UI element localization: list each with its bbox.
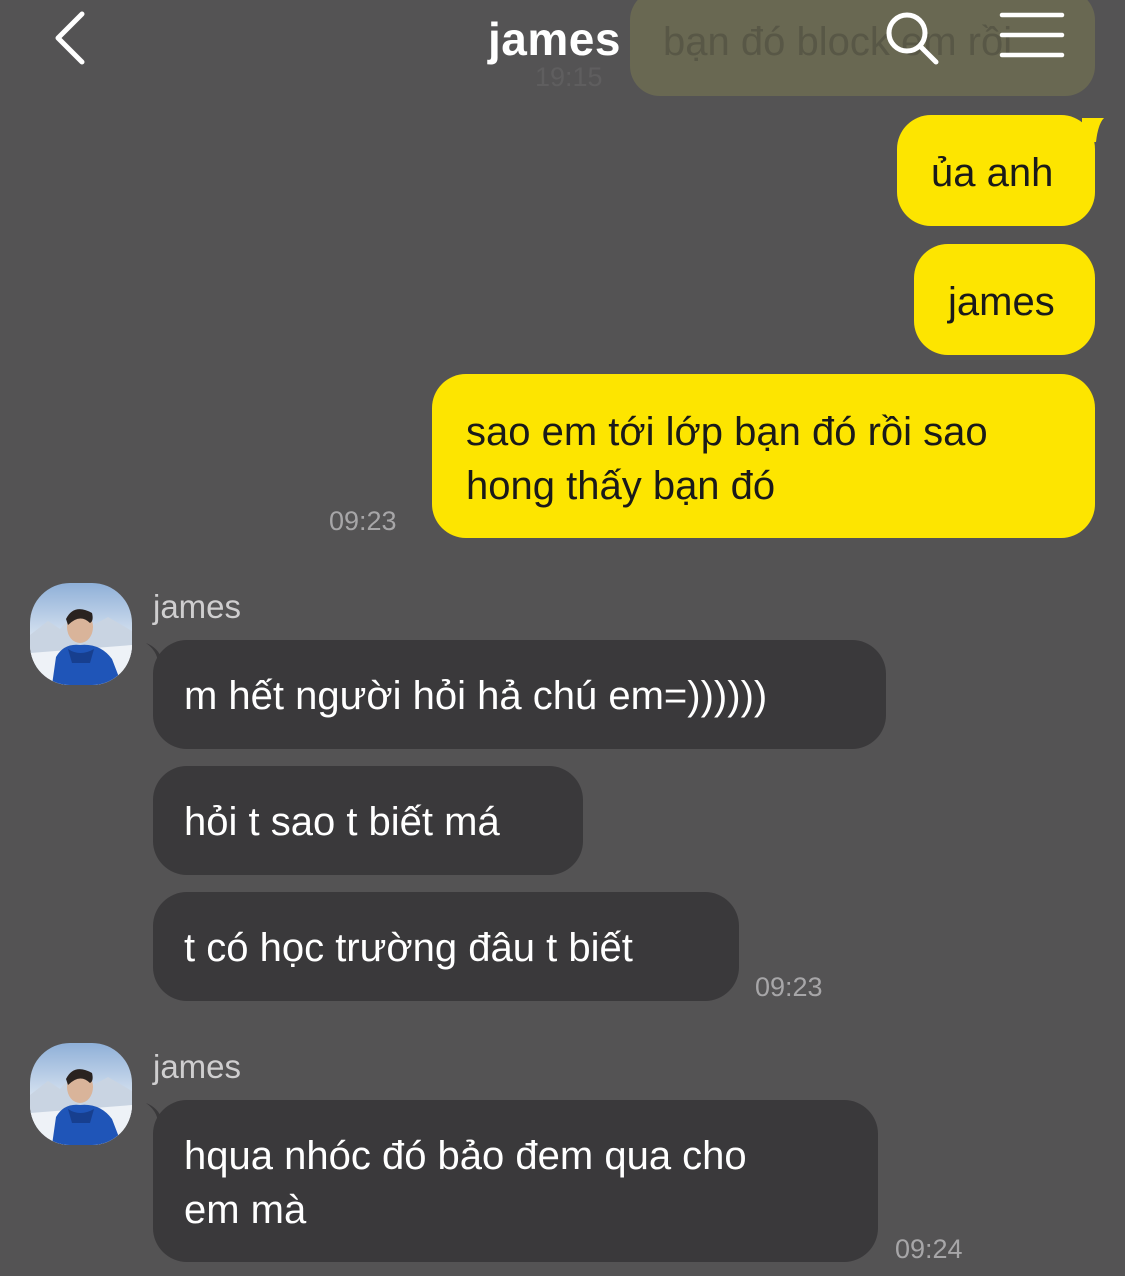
message-timestamp: 09:23 — [755, 972, 823, 1002]
outgoing-message-bubble[interactable]: james — [914, 244, 1095, 355]
chat-title: james — [488, 13, 621, 65]
message-text: hỏi t sao t biết má — [184, 800, 500, 844]
avatar-photo — [30, 583, 132, 685]
outgoing-message-bubble[interactable]: sao em tới lớp bạn đó rồi sao hong thấy … — [432, 374, 1095, 538]
avatar[interactable] — [30, 1043, 132, 1145]
chat-screen: bạn đó block em rồi 19:15 james ủa anh j… — [0, 0, 1125, 1276]
back-icon[interactable] — [48, 8, 98, 68]
sender-name: james — [153, 588, 242, 625]
avatar[interactable] — [30, 583, 132, 685]
search-icon[interactable] — [882, 8, 942, 68]
previous-message-time: 19:15 — [535, 62, 603, 92]
bubble-tail — [1082, 118, 1104, 142]
message-text-line: sao em tới lớp bạn đó rồi sao — [466, 410, 988, 454]
sender-name: james — [153, 1048, 242, 1085]
message-text-line: em mà — [184, 1188, 307, 1232]
incoming-message-bubble[interactable]: m hết người hỏi hả chú em=)))))) — [153, 640, 886, 749]
message-text: james — [948, 280, 1055, 324]
incoming-message-bubble[interactable]: hỏi t sao t biết má — [153, 766, 583, 875]
message-text: ủa anh — [931, 151, 1054, 195]
message-text-line: hqua nhóc đó bảo đem qua cho — [184, 1134, 747, 1178]
message-text: m hết người hỏi hả chú em=)))))) — [184, 674, 768, 718]
incoming-message-bubble[interactable]: hqua nhóc đó bảo đem qua cho em mà — [153, 1100, 878, 1262]
outgoing-message-bubble[interactable]: ủa anh — [897, 115, 1095, 226]
avatar-photo — [30, 1043, 132, 1145]
message-text: t có học trường đâu t biết — [184, 926, 633, 970]
menu-icon[interactable] — [998, 10, 1066, 60]
message-timestamp: 09:23 — [329, 506, 397, 536]
message-timestamp: 09:24 — [895, 1234, 963, 1264]
incoming-message-bubble[interactable]: t có học trường đâu t biết — [153, 892, 739, 1001]
message-text-line: hong thấy bạn đó — [466, 464, 776, 508]
